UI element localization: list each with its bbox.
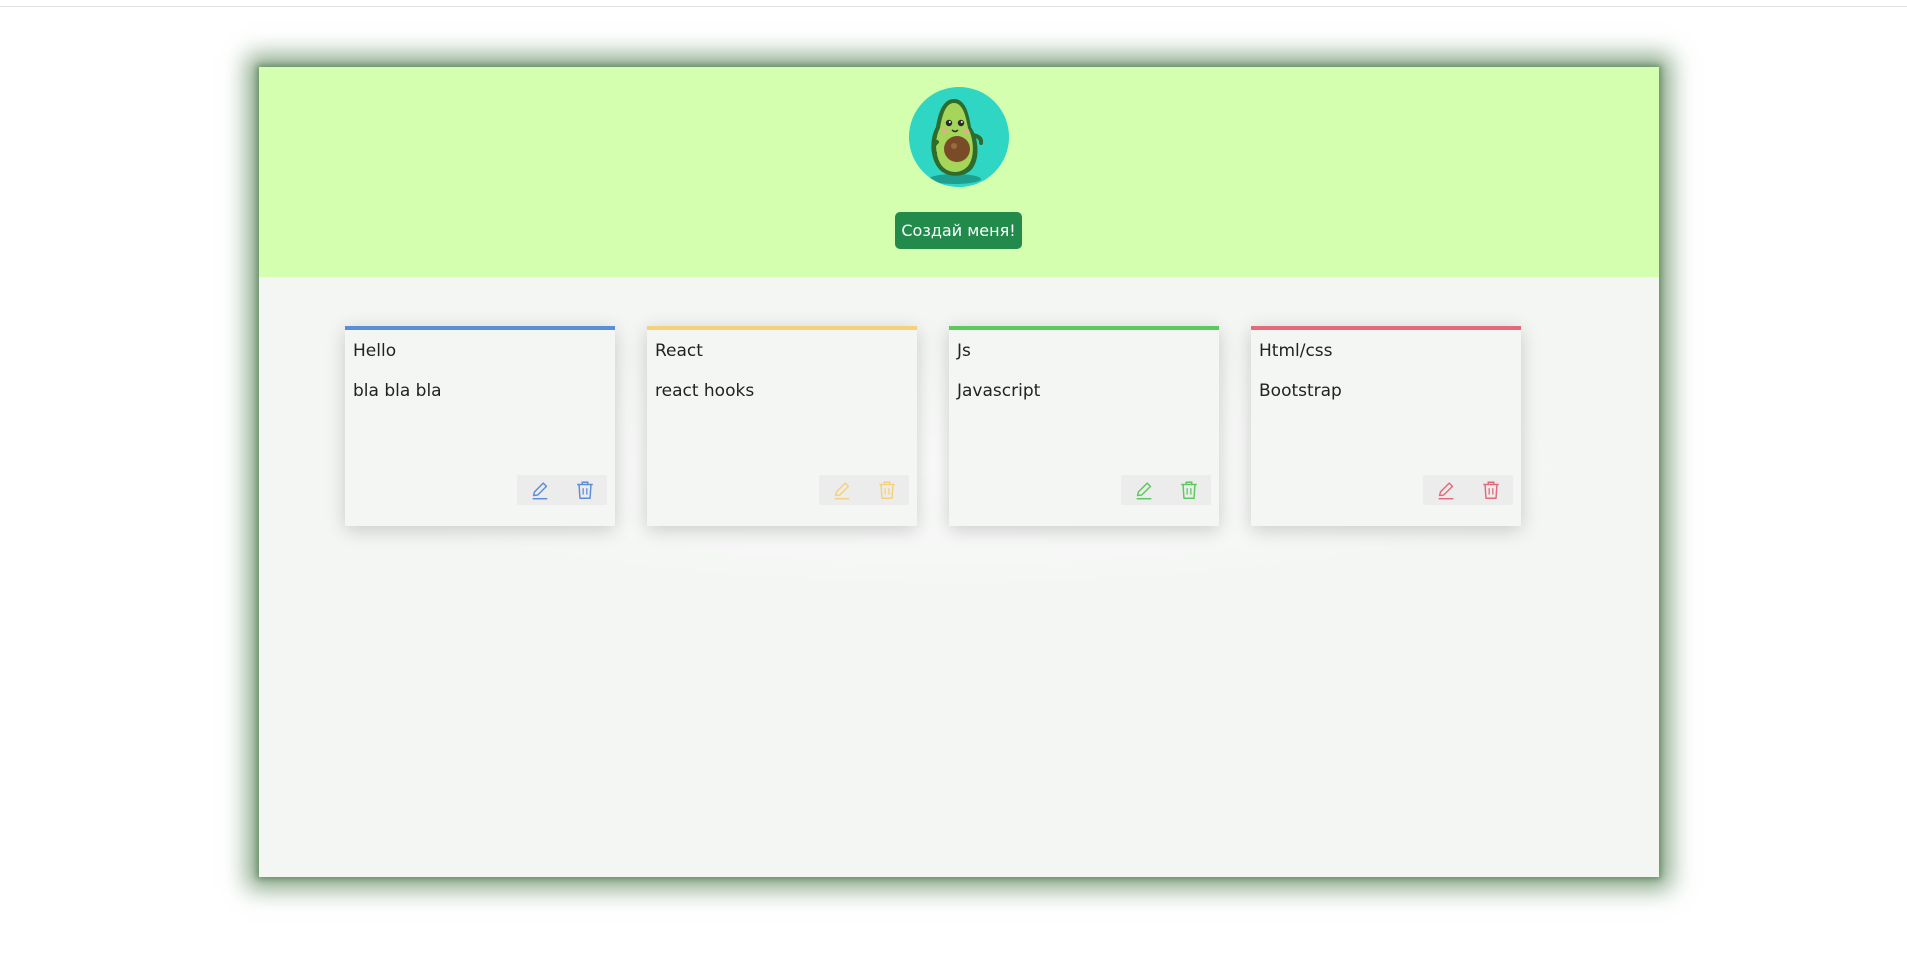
note-card: Hello bla bla bla	[345, 326, 615, 526]
avocado-icon	[909, 87, 1009, 187]
trash-icon	[1180, 481, 1197, 499]
edit-button[interactable]	[829, 477, 855, 503]
note-card: Js Javascript	[949, 326, 1219, 526]
card-body: bla bla bla	[353, 381, 442, 401]
note-card: React react hooks	[647, 326, 917, 526]
card-title: Hello	[353, 341, 397, 361]
card-actions	[819, 475, 909, 505]
delete-button[interactable]	[1176, 477, 1202, 503]
card-body: react hooks	[655, 381, 755, 401]
delete-button[interactable]	[874, 477, 900, 503]
card-actions	[1423, 475, 1513, 505]
edit-button[interactable]	[1433, 477, 1459, 503]
delete-button[interactable]	[572, 477, 598, 503]
delete-button[interactable]	[1478, 477, 1504, 503]
trash-icon	[878, 481, 895, 499]
app-container: Создай меня! Hello bla bla bla React rea…	[259, 67, 1659, 877]
edit-button[interactable]	[1131, 477, 1157, 503]
header: Создай меня!	[259, 67, 1659, 277]
card-title: Html/css	[1259, 341, 1333, 361]
card-actions	[517, 475, 607, 505]
edit-button[interactable]	[527, 477, 553, 503]
pencil-icon	[532, 482, 547, 500]
trash-icon	[1482, 481, 1499, 499]
card-title: React	[655, 341, 703, 361]
top-divider	[0, 6, 1907, 7]
note-card: Html/css Bootstrap	[1251, 326, 1521, 526]
trash-icon	[576, 481, 593, 499]
card-title: Js	[957, 341, 971, 361]
card-body: Javascript	[957, 381, 1041, 401]
pencil-icon	[1438, 482, 1453, 500]
create-button[interactable]: Создай меня!	[895, 212, 1022, 249]
card-actions	[1121, 475, 1211, 505]
card-body: Bootstrap	[1259, 381, 1342, 401]
pencil-icon	[834, 482, 849, 500]
pencil-icon	[1136, 482, 1151, 500]
avocado-logo	[909, 87, 1009, 187]
